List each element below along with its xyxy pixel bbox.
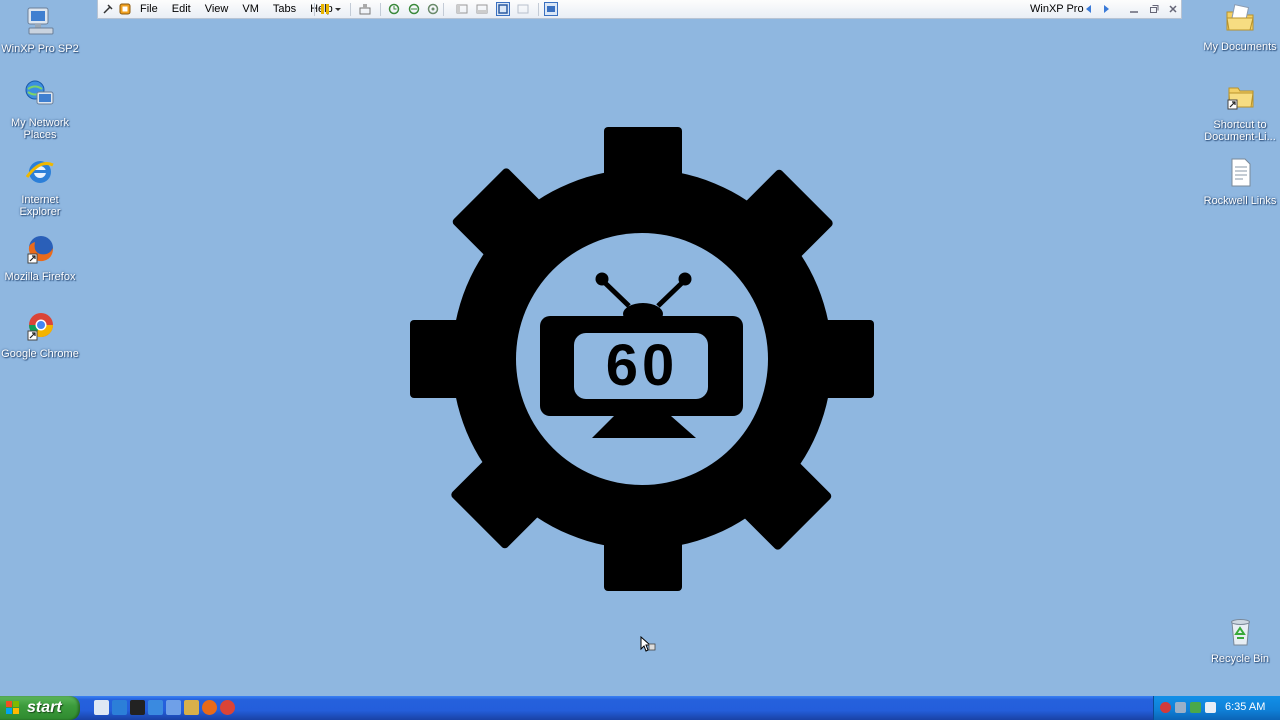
vmware-toolbar: File Edit View VM Tabs Help W [97, 0, 1182, 19]
menu-edit[interactable]: Edit [172, 3, 191, 16]
snapshot-manager-icon[interactable] [427, 3, 439, 15]
toolbar-separator [380, 3, 381, 16]
desktop-icon-label: WinXP Pro SP2 [1, 43, 79, 55]
desktop-icon-label: Mozilla Firefox [4, 271, 76, 283]
desktop-icon-mozilla-firefox[interactable]: Mozilla Firefox [0, 232, 80, 283]
gear-tv-logo: 60 [410, 127, 874, 591]
desktop-icon-internet-explorer[interactable]: Internet Explorer [0, 155, 80, 218]
vm-menu-bar: File Edit View VM Tabs Help [140, 3, 347, 16]
desktop-icon-label: My Network Places [10, 117, 70, 141]
menu-file[interactable]: File [140, 3, 158, 16]
chrome-icon [27, 313, 54, 341]
toolbar-separator [443, 3, 444, 16]
revert-snapshot-icon[interactable] [408, 3, 420, 15]
minimize-icon[interactable] [1128, 3, 1140, 15]
tray-app-icon[interactable] [1175, 702, 1186, 713]
logo-number: 60 [606, 333, 679, 398]
windows-logo-icon [6, 701, 19, 714]
desktop-icon-rockwell-links[interactable]: Rockwell Links [1200, 156, 1280, 207]
desktop-icon-shortcut-to-document-library[interactable]: Shortcut to Document-Li... [1200, 80, 1280, 143]
ie-quicklaunch-icon[interactable] [112, 700, 127, 715]
show-desktop-icon[interactable] [94, 700, 109, 715]
desktop-icon-google-chrome[interactable]: Google Chrome [0, 309, 80, 360]
menu-vm[interactable]: VM [242, 3, 259, 16]
security-tray-icon[interactable] [1160, 702, 1171, 713]
firefox-icon [27, 236, 53, 264]
mouse-cursor-icon [640, 636, 656, 652]
firefox-quicklaunch-icon[interactable] [202, 700, 217, 715]
thumbnail-bar-icon[interactable] [476, 3, 488, 15]
desktop-icon-label: Google Chrome [1, 348, 79, 360]
show-library-icon[interactable] [456, 3, 468, 15]
vmware-icon [119, 3, 131, 15]
desktop-icon-label: Internet Explorer [19, 194, 61, 218]
chrome-quicklaunch-icon[interactable] [220, 700, 235, 715]
quicklaunch-tool-icon[interactable] [184, 700, 199, 715]
restore-icon[interactable] [1148, 3, 1160, 15]
forward-arrow-icon[interactable] [1100, 3, 1112, 15]
snapshot-icon[interactable] [388, 3, 400, 15]
quicklaunch-app-icon[interactable] [148, 700, 163, 715]
full-screen-icon[interactable] [496, 2, 510, 16]
desktop-icon-label: Rockwell Links [1203, 195, 1277, 207]
toolbar-separator [538, 3, 539, 16]
start-label: start [27, 699, 62, 716]
pin-icon[interactable] [102, 3, 114, 15]
close-icon[interactable] [1167, 3, 1179, 15]
send-keys-icon[interactable] [359, 3, 371, 15]
console-view-icon[interactable] [544, 2, 558, 16]
desktop-icon-my-network-places[interactable]: My Network Places [0, 78, 80, 141]
volume-tray-icon[interactable] [1205, 702, 1216, 713]
back-arrow-icon[interactable] [1083, 3, 1095, 15]
desktop-icon-recycle-bin[interactable]: Recycle Bin [1200, 614, 1280, 665]
power-options-icon[interactable] [320, 3, 332, 15]
computer-icon [27, 7, 54, 35]
folder-shortcut-icon [1227, 87, 1254, 110]
toolbar-separator [314, 3, 315, 16]
start-button[interactable]: start [0, 696, 80, 720]
text-file-icon [1231, 158, 1251, 187]
unity-icon [517, 4, 529, 14]
toolbar-separator [350, 3, 351, 16]
desktop-icon-label: Shortcut to Document-Li... [1204, 119, 1276, 143]
vm-name-label: WinXP Pro [1030, 3, 1084, 15]
system-tray: 6:35 AM [1153, 696, 1280, 720]
quicklaunch-document-icon[interactable] [166, 700, 181, 715]
network-tray-icon[interactable] [1190, 702, 1201, 713]
menu-tabs[interactable]: Tabs [273, 3, 296, 16]
desktop-icon-label: My Documents [1203, 41, 1277, 53]
clock: 6:35 AM [1225, 701, 1266, 713]
desktop-icon-winxp-pro-sp2[interactable]: WinXP Pro SP2 [0, 4, 80, 55]
quick-launch-bar [94, 700, 235, 715]
command-prompt-icon[interactable] [130, 700, 145, 715]
desktop-icon-my-documents[interactable]: My Documents [1200, 2, 1280, 53]
menu-view[interactable]: View [205, 3, 229, 16]
network-icon [25, 80, 54, 105]
taskbar: start 6:35 AM [0, 696, 1280, 720]
chevron-down-icon[interactable] [334, 3, 342, 15]
documents-folder-icon [1226, 4, 1254, 31]
desktop-icon-label: Recycle Bin [1210, 653, 1270, 665]
recycle-bin-icon [1231, 619, 1250, 646]
ie-icon [25, 161, 54, 183]
